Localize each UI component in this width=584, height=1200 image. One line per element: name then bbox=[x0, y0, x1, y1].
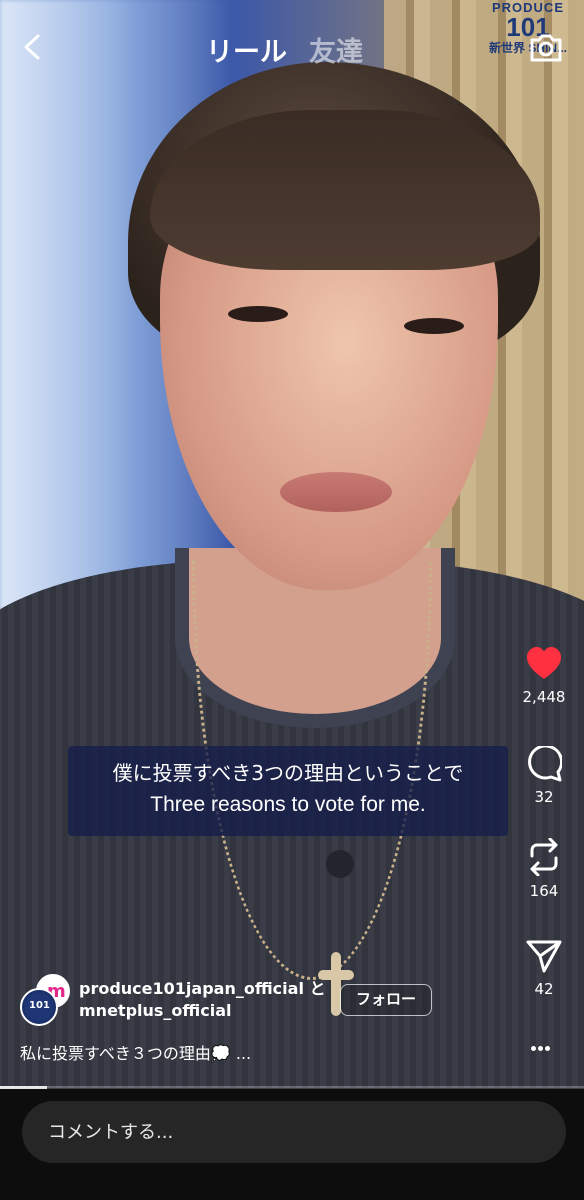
camera-icon bbox=[530, 34, 562, 62]
more-options-button[interactable] bbox=[530, 1036, 558, 1056]
follow-button[interactable]: フォロー bbox=[340, 984, 432, 1016]
person-eye-right bbox=[404, 318, 464, 334]
person-bangs bbox=[150, 110, 540, 270]
comment-input[interactable] bbox=[48, 1101, 548, 1163]
reels-header: リール 友達 bbox=[0, 0, 584, 96]
subtitle-english: Three reasons to vote for me. bbox=[150, 793, 426, 816]
like-count: 2,448 bbox=[522, 688, 566, 706]
author-names[interactable]: produce101japan_official と mnetplus_offi… bbox=[79, 978, 326, 1022]
back-button[interactable] bbox=[16, 30, 50, 64]
dot-icon bbox=[538, 1046, 543, 1051]
comment-bar bbox=[0, 1089, 584, 1200]
person-lips bbox=[280, 472, 392, 512]
reel-video[interactable]: PRODUCE 101 新世界 SHIN... bbox=[0, 0, 584, 1088]
author-avatar-text: 101 bbox=[29, 1000, 50, 1011]
paper-plane-icon bbox=[526, 940, 562, 973]
comment-count: 32 bbox=[534, 788, 554, 806]
video-subtitle: 僕に投票すべき3つの理由ということで Three reasons to vote… bbox=[68, 746, 508, 836]
share-count: 42 bbox=[534, 980, 554, 998]
reels-tabs: リール 友達 bbox=[206, 30, 363, 69]
reel-author: m 101 produce101japan_official と mnetplu… bbox=[18, 974, 518, 1034]
repost-count: 164 bbox=[529, 882, 559, 900]
author-avatar[interactable]: 101 bbox=[20, 988, 58, 1026]
reel-caption[interactable]: 私に投票すべき３つの理由💭 ... bbox=[20, 1040, 251, 1064]
tab-reels[interactable]: リール bbox=[206, 30, 287, 69]
dot-icon bbox=[531, 1046, 536, 1051]
repost-button[interactable]: 164 bbox=[512, 838, 576, 900]
tab-friends[interactable]: 友達 bbox=[309, 30, 363, 69]
repost-icon bbox=[530, 838, 558, 876]
dot-icon bbox=[545, 1046, 550, 1051]
subtitle-japanese: 僕に投票すべき3つの理由ということで bbox=[112, 761, 464, 785]
like-button[interactable]: 2,448 bbox=[512, 646, 576, 706]
person-eye-left bbox=[228, 306, 288, 322]
comment-input-container[interactable] bbox=[22, 1101, 566, 1163]
camera-button[interactable] bbox=[527, 28, 565, 66]
speech-bubble-icon bbox=[528, 746, 562, 782]
comment-button[interactable]: 32 bbox=[512, 746, 576, 806]
author-username[interactable]: produce101japan_official と bbox=[79, 978, 326, 1000]
collaborator-username[interactable]: mnetplus_official bbox=[79, 1000, 326, 1022]
chevron-left-icon bbox=[24, 34, 40, 60]
share-button[interactable]: 42 bbox=[512, 938, 576, 998]
heart-icon bbox=[527, 647, 561, 679]
shirt-button bbox=[326, 850, 354, 878]
